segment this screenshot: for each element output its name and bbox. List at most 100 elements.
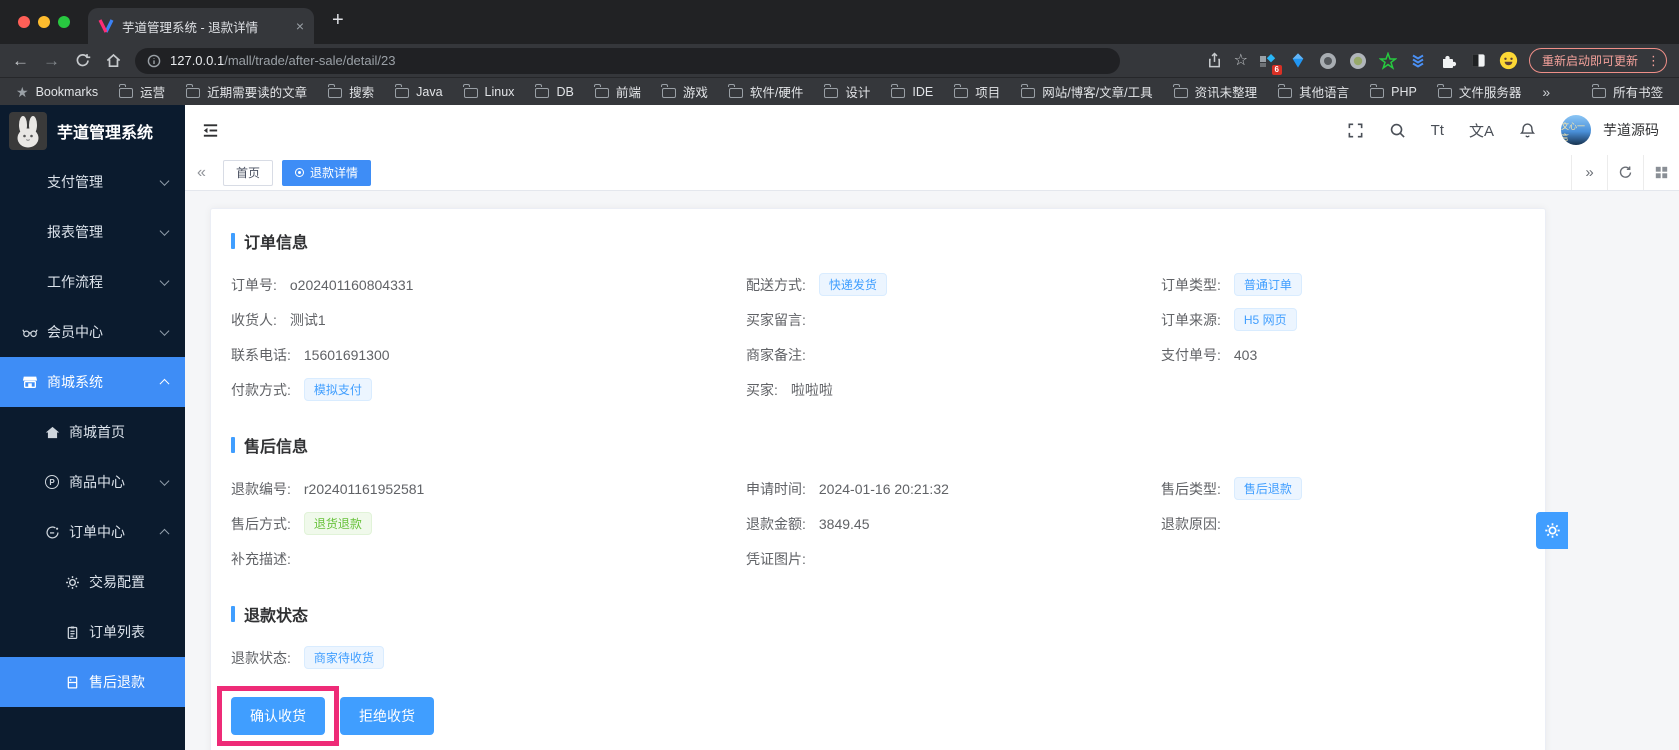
bookmark-folder[interactable]: PHP <box>1370 85 1417 99</box>
fullscreen-icon[interactable] <box>1347 122 1364 139</box>
folder-icon <box>535 88 549 98</box>
back-button[interactable]: ← <box>12 52 29 69</box>
order-type-tag: 普通订单 <box>1234 273 1302 296</box>
tab-refund-detail[interactable]: 退款详情 <box>282 160 371 186</box>
bookmarks-overflow-chevron[interactable]: » <box>1542 84 1550 100</box>
extensions-puzzle-icon[interactable] <box>1439 51 1458 70</box>
app-logo[interactable]: 芋道管理系统 <box>0 105 185 157</box>
browser-tab-strip: 芋道管理系统 - 退款详情 × + <box>0 0 1679 44</box>
sidebar-item-mall-home[interactable]: 商城首页 <box>0 407 185 457</box>
extension-contrast-icon[interactable] <box>1469 51 1488 70</box>
sidebar-item-mall-system[interactable]: 商城系统 <box>0 357 185 407</box>
reload-button[interactable] <box>74 52 91 69</box>
app-title: 芋道管理系统 <box>57 119 153 143</box>
language-icon[interactable]: 文A <box>1469 120 1494 141</box>
collapse-sidebar-button[interactable] <box>201 121 220 140</box>
bookmark-folder[interactable]: 项目 <box>954 82 1000 101</box>
extension-green-star-icon[interactable] <box>1379 51 1398 70</box>
scroll-right-chevron[interactable]: » <box>1571 155 1607 190</box>
search-icon[interactable] <box>1389 122 1406 139</box>
folder-icon <box>464 88 478 98</box>
sidebar-item-report[interactable]: 报表管理 <box>0 207 185 257</box>
bookmark-folder[interactable]: Java <box>395 85 442 99</box>
layout-grid-icon[interactable] <box>1643 155 1679 190</box>
extension-gray-circle-icon[interactable] <box>1319 51 1338 70</box>
bookmark-folder[interactable]: DB <box>535 85 573 99</box>
sidebar-item-workflow[interactable]: 工作流程 <box>0 257 185 307</box>
bookmark-folder[interactable]: 游戏 <box>662 82 708 101</box>
sidebar-item-aftersale-refund[interactable]: 售后退款 <box>0 657 185 707</box>
chevron-up-icon <box>160 529 170 539</box>
user-avatar[interactable]: 文心一言 <box>1561 115 1591 145</box>
sidebar-item-payment[interactable]: 支付管理 <box>0 157 185 207</box>
theme-settings-button[interactable] <box>1536 512 1568 549</box>
pay-no-value: 403 <box>1234 347 1257 363</box>
sidebar-item-member-center[interactable]: 会员中心 <box>0 307 185 357</box>
refund-status-tag: 商家待收货 <box>304 646 384 669</box>
tab-home[interactable]: 首页 <box>223 160 273 186</box>
url-text: 127.0.0.1/mall/trade/after-sale/detail/2… <box>170 53 395 68</box>
after-sale-info-section: 售后信息 退款编号:r202401161952581 申请时间:2024-01-… <box>231 433 1525 576</box>
refresh-icon[interactable] <box>1607 155 1643 190</box>
home-button[interactable] <box>105 52 122 69</box>
tab-close-icon[interactable]: × <box>296 19 304 33</box>
window-minimize-button[interactable] <box>38 16 50 28</box>
bookmarks-root[interactable]: ★Bookmarks <box>16 85 98 99</box>
bookmark-folder[interactable]: 搜索 <box>328 82 374 101</box>
browser-menu-icon[interactable]: ⋮ <box>1647 53 1660 69</box>
bookmark-folder[interactable]: 软件/硬件 <box>729 82 803 101</box>
gear-icon <box>64 574 80 590</box>
font-size-icon[interactable]: Tt <box>1431 122 1444 139</box>
bookmark-folder[interactable]: 文件服务器 <box>1438 82 1522 101</box>
field-label: 补充描述: <box>231 549 291 569</box>
bookmark-star-icon[interactable]: ☆ <box>1234 53 1248 69</box>
folder-icon <box>662 88 676 98</box>
field-label: 买家: <box>746 380 778 400</box>
folder-icon <box>1278 88 1292 98</box>
bookmark-folder[interactable]: 设计 <box>824 82 870 101</box>
receiver-value: 测试1 <box>290 310 326 330</box>
forward-button[interactable]: → <box>43 52 60 69</box>
order-source-tag: H5 网页 <box>1234 308 1297 331</box>
bookmark-folder[interactable]: 其他语言 <box>1278 82 1349 101</box>
bookmark-folder[interactable]: 前端 <box>595 82 641 101</box>
bookmark-folder[interactable]: 资讯未整理 <box>1174 82 1258 101</box>
chevron-up-icon <box>160 379 170 389</box>
bookmark-folder[interactable]: 网站/博客/文章/工具 <box>1021 82 1152 101</box>
chevron-down-icon <box>160 226 170 236</box>
reject-receipt-button[interactable]: 拒绝收货 <box>340 697 434 735</box>
sidebar-item-product-center[interactable]: P 商品中心 <box>0 457 185 507</box>
browser-tab[interactable]: 芋道管理系统 - 退款详情 × <box>88 8 314 44</box>
site-info-icon[interactable] <box>147 54 161 68</box>
field-label: 配送方式: <box>746 275 806 295</box>
bookmark-folder[interactable]: 运营 <box>119 82 165 101</box>
extension-layers-icon[interactable] <box>1409 51 1428 70</box>
window-zoom-button[interactable] <box>58 16 70 28</box>
bookmark-folder[interactable]: 近期需要读的文章 <box>186 82 307 101</box>
folder-icon <box>1438 88 1452 98</box>
window-close-button[interactable] <box>18 16 30 28</box>
all-bookmarks-folder[interactable]: 所有书签 <box>1592 82 1663 101</box>
extension-kite-icon[interactable] <box>1289 51 1308 70</box>
extension-axure-icon[interactable]: 6 <box>1259 51 1278 70</box>
sidebar-item-order-list[interactable]: 订单列表 <box>0 607 185 657</box>
profile-avatar-emoji[interactable] <box>1499 51 1518 70</box>
notification-bell-icon[interactable] <box>1519 122 1536 139</box>
bookmark-folder[interactable]: Linux <box>464 85 515 99</box>
username: 芋道源码 <box>1603 120 1659 140</box>
bookmark-folder[interactable]: IDE <box>891 85 933 99</box>
sidebar-item-order-center[interactable]: 订单中心 <box>0 507 185 557</box>
chevron-down-icon <box>160 326 170 336</box>
relaunch-update-button[interactable]: 重新启动即可更新 ⋮ <box>1529 48 1667 73</box>
sidebar-item-trade-config[interactable]: 交易配置 <box>0 557 185 607</box>
field-label: 退款编号: <box>231 479 291 499</box>
store-icon <box>22 374 38 390</box>
new-tab-button[interactable]: + <box>332 9 344 32</box>
confirm-receipt-button[interactable]: 确认收货 <box>231 697 325 735</box>
section-title: 退款状态 <box>231 602 1525 626</box>
scroll-left-chevron[interactable]: « <box>197 164 223 182</box>
share-icon[interactable] <box>1206 52 1223 69</box>
url-bar[interactable]: 127.0.0.1/mall/trade/after-sale/detail/2… <box>135 48 1120 74</box>
folder-icon <box>1592 88 1606 98</box>
extension-olive-circle-icon[interactable] <box>1349 51 1368 70</box>
